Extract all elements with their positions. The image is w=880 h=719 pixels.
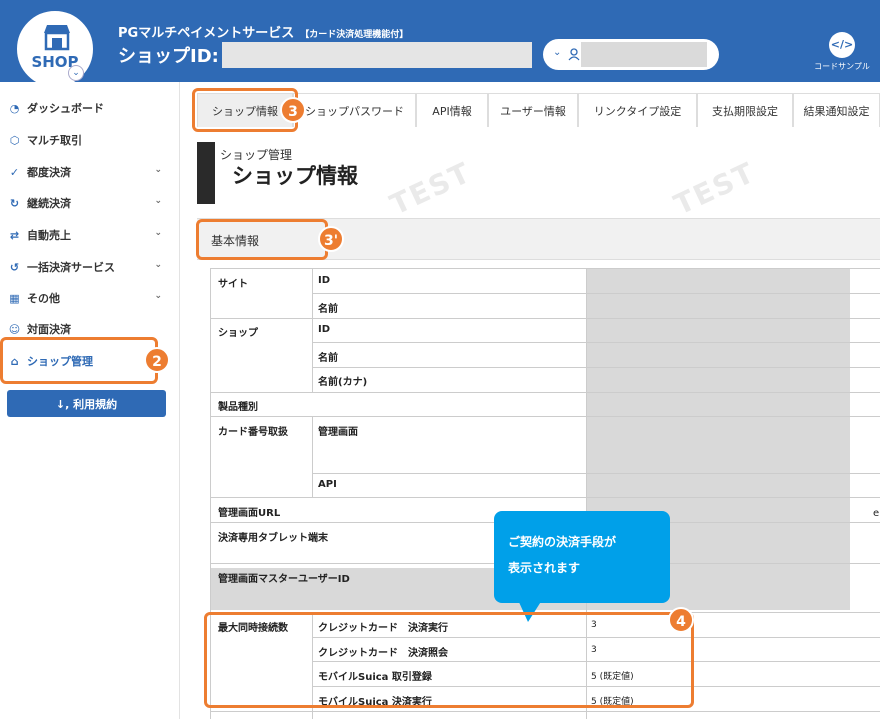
tab-shop-password[interactable]: ショップパスワード <box>293 93 416 127</box>
sidebar-item-label: 都度決済 <box>27 166 71 179</box>
step-badge: 4 <box>668 607 694 633</box>
terms-button[interactable]: ↓, 利用規約 <box>7 390 166 417</box>
sidebar: ◔ ダッシュボード ⬡ マルチ取引 ✓ 都度決済 ⌄ ↻ 継続決済 ⌄ ⇄ 自動… <box>0 82 180 719</box>
label-admin-url: 管理画面URL <box>218 508 281 519</box>
service-title: PGマルチペイメントサービス 【カード決済処理機能付】 <box>118 22 408 41</box>
service-title-text: PGマルチペイメントサービス <box>118 26 295 41</box>
step-badge: 3 <box>280 97 306 123</box>
grid-icon: ▦ <box>9 291 20 305</box>
chevron-down-icon: ⌄ <box>154 196 162 206</box>
highlight-sidebar-item <box>0 337 158 384</box>
page-title: ショップ情報 <box>232 164 358 188</box>
sidebar-item-label: 継続決済 <box>27 197 71 210</box>
label-tablet: 決済専用タブレット端末 <box>218 533 328 544</box>
store-icon <box>44 25 70 51</box>
step-badge: 2 <box>144 347 170 373</box>
chevron-down-icon[interactable]: ⌄ <box>68 65 84 81</box>
code-sample-label: コードサンプル <box>814 62 870 71</box>
dashboard-icon: ◔ <box>9 101 20 115</box>
tab-link-type[interactable]: リンクタイプ設定 <box>578 93 697 127</box>
label-api: API <box>318 479 337 490</box>
chevron-down-icon[interactable]: ⌄ <box>553 47 561 58</box>
tab-result-notification[interactable]: 結果通知設定 <box>793 93 880 127</box>
label-card-handling: カード番号取扱 <box>218 427 288 438</box>
sidebar-item-label: ダッシュボード <box>27 102 104 115</box>
shop-logo[interactable]: SHOP <box>14 8 96 90</box>
sidebar-item-label: その他 <box>27 292 60 305</box>
label-master-user-id: 管理画面マスターユーザーID <box>218 574 350 585</box>
sidebar-item-each-payment[interactable]: ✓ 都度決済 ⌄ <box>8 161 168 183</box>
user-menu[interactable]: ⌄ <box>543 39 719 70</box>
sidebar-item-label: 自動売上 <box>27 229 71 242</box>
chevron-down-icon: ⌄ <box>154 291 162 301</box>
sidebar-item-batch[interactable]: ↺ 一括決済サービス ⌄ <box>8 256 168 278</box>
chevron-down-icon: ⌄ <box>154 165 162 175</box>
code-sample-button[interactable]: </> コードサンプル <box>812 32 872 72</box>
highlight-connections <box>204 612 694 708</box>
label-site-id: ID <box>318 275 331 286</box>
test-watermark: TEST <box>385 155 477 222</box>
tab-payment-deadline[interactable]: 支払期限設定 <box>697 93 793 127</box>
label-product-type: 製品種別 <box>218 402 258 413</box>
callout-line-1: ご契約の決済手段が <box>508 535 617 549</box>
shop-id-redacted <box>222 42 532 68</box>
sidebar-item-other[interactable]: ▦ その他 ⌄ <box>8 287 168 309</box>
label-shop-name: 名前 <box>318 353 338 364</box>
sidebar-item-label: マルチ取引 <box>27 134 82 147</box>
batch-icon: ↺ <box>9 260 20 274</box>
code-icon: </> <box>829 32 855 58</box>
sidebar-item-recurring[interactable]: ↻ 継続決済 ⌄ <box>8 192 168 214</box>
label-site-name: 名前 <box>318 304 338 315</box>
tab-user-info[interactable]: ユーザー情報 <box>488 93 578 127</box>
label-shop-id: ID <box>318 324 331 335</box>
label-shop: ショップ <box>218 328 258 339</box>
auto-icon: ⇄ <box>9 228 20 242</box>
admin-url-value-tail: e <box>873 508 880 519</box>
sidebar-item-label: 一括決済サービス <box>27 261 115 274</box>
face-icon: ☺ <box>8 322 21 336</box>
app-header: SHOP ⌄ PGマルチペイメントサービス 【カード決済処理機能付】 ショップID… <box>0 0 880 90</box>
label-admin-screen: 管理画面 <box>318 427 358 438</box>
label-shop-name-kana: 名前(カナ) <box>318 377 368 388</box>
tab-api-info[interactable]: API情報 <box>416 93 488 127</box>
service-subtitle: 【カード決済処理機能付】 <box>300 30 409 40</box>
step-badge: 3' <box>318 226 344 252</box>
sidebar-item-label: 対面決済 <box>27 323 71 336</box>
title-accent-bar <box>197 142 215 204</box>
test-watermark: TEST <box>669 155 761 222</box>
shop-id-label: ショップID: <box>118 46 219 67</box>
label-site: サイト <box>218 279 248 290</box>
sidebar-item-multi[interactable]: ⬡ マルチ取引 <box>8 129 168 151</box>
chevron-down-icon: ⌄ <box>154 260 162 270</box>
chevron-down-icon: ⌄ <box>154 228 162 238</box>
sidebar-item-auto-sales[interactable]: ⇄ 自動売上 ⌄ <box>8 224 168 246</box>
highlight-section <box>196 219 328 260</box>
callout-bubble: ご契約の決済手段が 表示されます <box>494 511 670 603</box>
repeat-icon: ↻ <box>9 196 20 210</box>
user-icon <box>568 48 580 61</box>
check-circle-icon: ✓ <box>9 165 20 179</box>
user-name-redacted <box>581 42 707 67</box>
callout-line-2: 表示されます <box>508 561 581 575</box>
sidebar-item-dashboard[interactable]: ◔ ダッシュボード <box>8 97 168 119</box>
cube-icon: ⬡ <box>9 133 20 147</box>
